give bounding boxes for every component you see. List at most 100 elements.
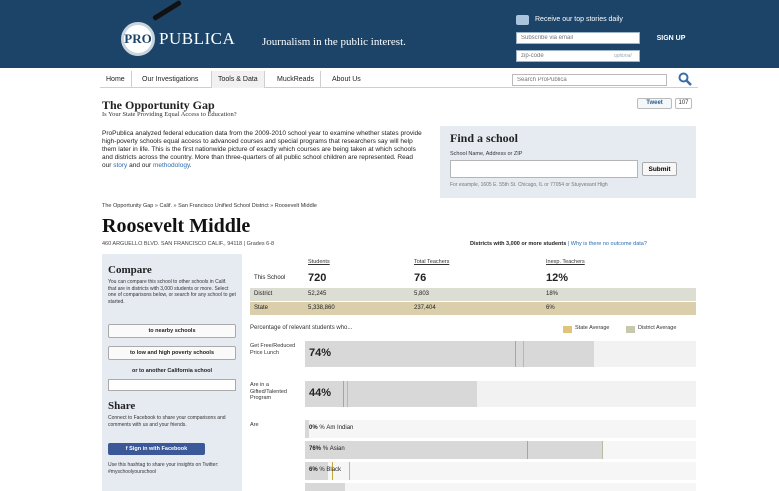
find-school-title: Find a school [450, 131, 519, 145]
stats-header-row: Students Total Teachers Inexp. Teachers [250, 256, 696, 269]
share-description: Connect to Facebook to share your compar… [108, 415, 226, 428]
race-text-asian: 76% % Asian [309, 446, 345, 452]
race-bar-next [305, 483, 696, 491]
compare-description: You can compare this school to other sch… [108, 279, 236, 305]
nav-item-about[interactable]: About Us [326, 71, 367, 88]
logo-pro: PRO [121, 22, 155, 56]
race-sep: % [322, 446, 329, 452]
race-name: Am Indian [326, 425, 354, 431]
hashtag-note: Use this hashtag to share your insights … [108, 462, 219, 475]
breadcrumb[interactable]: The Opportunity Gap » Calif. » San Franc… [102, 203, 317, 209]
magnifier-handle [152, 0, 182, 22]
race-fill-next [305, 483, 345, 491]
free-lunch-pct: 74% [309, 347, 332, 359]
school-teachers: 76 [414, 272, 427, 284]
gifted-district-marker [347, 381, 348, 407]
header-total-teachers: Total Teachers [414, 259, 450, 265]
race-fill-asian [305, 441, 603, 459]
share-title: Share [108, 400, 136, 412]
race-pct: 0% [309, 425, 318, 431]
race-pct: 6% [309, 467, 318, 473]
free-lunch-state-marker [515, 341, 516, 367]
nav-item-home[interactable]: Home [100, 71, 132, 88]
find-school-panel: Find a school School Name, Address or ZI… [440, 126, 696, 198]
race-bar-am-indian: 0% % Am Indian [305, 420, 696, 438]
nav-item-muckreads[interactable]: MuckReads [271, 71, 321, 88]
propublica-logo[interactable]: PRO PUBLICA [121, 0, 251, 56]
asian-state-marker [527, 441, 528, 459]
legend-state-label: State Average [575, 325, 610, 331]
outcome-data-link[interactable]: | Why is there no outcome data? [568, 241, 647, 247]
zip-optional-hint: optional [614, 53, 632, 59]
district-note-text: Districts with 3,000 or more students [470, 241, 567, 247]
logo-publica: PUBLICA [159, 29, 236, 48]
stats-row-state: State 5,338,860 237,404 6% [250, 302, 696, 315]
stats-row-district: District 52,245 5,803 18% [250, 288, 696, 301]
race-pct: 76% [309, 446, 322, 452]
nav-item-tools-data[interactable]: Tools & Data [211, 71, 265, 88]
free-lunch-fill [305, 341, 595, 367]
school-search-input[interactable] [450, 160, 638, 178]
gifted-pct: 44% [309, 387, 332, 399]
intro-text: ProPublica analyzed federal education da… [102, 130, 424, 170]
district-inexp: 18% [546, 291, 559, 297]
tweet-label: Tweet [646, 100, 663, 106]
state-inexp: 6% [546, 305, 555, 311]
gifted-bar: 44% [305, 381, 696, 407]
story-link[interactable]: story [113, 162, 127, 169]
newsletter-signup: Receive our top stories daily SIGN UP op… [510, 12, 700, 64]
compare-school-input[interactable] [108, 379, 236, 391]
email-field[interactable] [516, 32, 640, 44]
race-text-black: 6% % Black [309, 467, 341, 473]
legend-district-swatch [626, 326, 635, 333]
district-students: 52,245 [308, 291, 327, 297]
free-lunch-district-marker [523, 341, 524, 367]
legend-district-label: District Average [638, 325, 677, 331]
race-name: Black [326, 467, 342, 473]
tagline: Journalism in the public interest. [262, 36, 406, 48]
signup-text: Receive our top stories daily [535, 16, 623, 23]
race-bar-black: 6% % Black [305, 462, 696, 480]
page-subtitle: Is Your State Providing Equal Access to … [102, 111, 237, 118]
tweet-count: 107 [675, 98, 692, 109]
row-label: This School [254, 275, 286, 281]
facebook-signin-button[interactable]: f Sign in with Facebook [108, 443, 205, 455]
asian-district-marker [602, 441, 603, 459]
nav-item-investigations[interactable]: Our Investigations [136, 71, 204, 88]
district-note: Districts with 3,000 or more students | … [470, 241, 647, 247]
gifted-state-marker [343, 381, 344, 407]
site-header: PRO PUBLICA Journalism in the public int… [0, 0, 779, 68]
compare-another-label: or to another California school [131, 368, 213, 374]
sidebar: Compare You can compare this school to o… [102, 254, 242, 491]
race-sep: % [319, 467, 325, 473]
signup-button[interactable]: SIGN UP [648, 32, 694, 44]
school-inexp: 12% [546, 272, 569, 284]
district-teachers: 5,803 [414, 291, 430, 297]
search-input[interactable] [512, 74, 667, 86]
methodology-link[interactable]: methodology [153, 162, 190, 169]
metrics-intro: Percentage of relevant students who... [250, 325, 353, 331]
mail-icon [516, 15, 529, 25]
submit-button[interactable]: Submit [642, 162, 677, 176]
race-text-am-indian: 0% % Am Indian [309, 425, 353, 431]
search-icon[interactable] [678, 72, 692, 86]
legend-state-swatch [563, 326, 572, 333]
row-label: State [254, 305, 269, 311]
race-label: Are [250, 422, 259, 428]
intro-and: and our [127, 162, 153, 169]
state-students: 5,338,860 [308, 305, 335, 311]
gifted-label: Are in a Gifted/Talented Program [250, 382, 287, 401]
school-address: 460 ARGUELLO BLVD. SAN FRANCISCO CALIF.,… [102, 241, 275, 247]
stats-row-school: This School 720 76 12% [250, 270, 696, 286]
intro-end: . [189, 162, 192, 169]
free-lunch-label: Get Free/Reduced Price Lunch [250, 343, 296, 356]
find-school-example: For example, 1605 E. 55th St. Chicago, I… [450, 182, 608, 188]
compare-poverty-button[interactable]: to low and high poverty schools [108, 346, 236, 360]
find-school-label: School Name, Address or ZIP [450, 151, 523, 157]
row-label: District [254, 291, 273, 297]
compare-title: Compare [108, 264, 152, 276]
black-district-marker [349, 462, 350, 480]
tweet-button[interactable]: Tweet [637, 98, 672, 109]
free-lunch-bar: 74% [305, 341, 696, 367]
compare-nearby-button[interactable]: to nearby schools [108, 324, 236, 338]
